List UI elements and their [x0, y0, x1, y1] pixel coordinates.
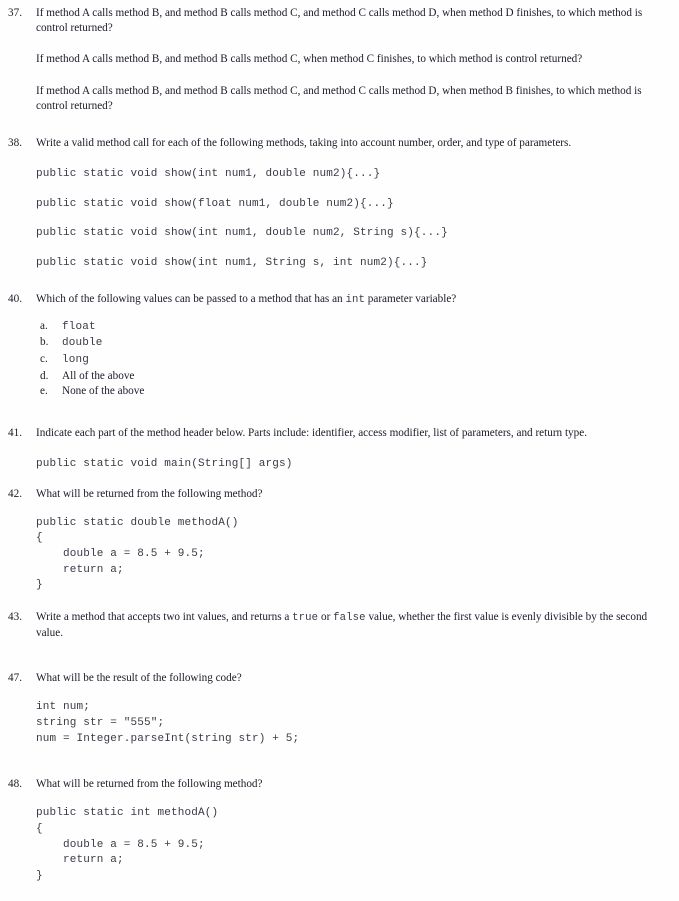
- question-37-paragraph-3: If method A calls method B, and method B…: [36, 84, 642, 112]
- question-38-number: 38.: [8, 137, 22, 150]
- question-37-number: 37.: [8, 7, 22, 19]
- question-42-prompt: What will be returned from the following…: [36, 487, 263, 500]
- question-47-code: int num; string str = "555"; num = Integ…: [36, 701, 300, 745]
- question-38-prompt: Write a valid method call for each of th…: [36, 137, 572, 150]
- question-47: 47. What will be the result of the follo…: [0, 671, 679, 747]
- question-47-prompt: What will be the result of the following…: [36, 672, 242, 685]
- question-43: 43. Write a method that accepts two int …: [0, 610, 679, 641]
- question-42-code: public static double methodA() { double …: [36, 516, 239, 592]
- question-37-paragraph-2: If method A calls method B, and method B…: [36, 53, 583, 66]
- question-38: 38. Write a valid method call for each o…: [0, 136, 679, 272]
- option-b-letter: b.: [40, 336, 49, 349]
- option-c[interactable]: c. long: [36, 352, 648, 369]
- question-40-prompt-text-after: parameter variable?: [364, 292, 457, 305]
- question-43-inline-code-false: false: [333, 611, 366, 624]
- question-48-prompt: What will be returned from the following…: [36, 778, 263, 791]
- option-d-letter: d.: [40, 369, 49, 382]
- question-38-body: Write a valid method call for each of th…: [36, 136, 648, 272]
- question-38-code-line-4: public static void show(int num1, String…: [36, 257, 428, 269]
- question-41-prompt: Indicate each part of the method header …: [36, 426, 588, 439]
- question-43-number: 43.: [8, 610, 22, 623]
- question-42-number: 42.: [8, 487, 22, 500]
- question-43-prompt: Write a method that accepts two int valu…: [36, 610, 648, 641]
- question-40-prompt-inline-code: int: [345, 293, 365, 306]
- question-41-body: Indicate each part of the method header …: [36, 426, 648, 473]
- question-47-body: What will be the result of the following…: [36, 671, 648, 747]
- question-43-text-before: Write a method that accepts two int valu…: [36, 610, 293, 623]
- question-41: 41. Indicate each part of the method hea…: [0, 426, 679, 473]
- question-40-body: Which of the following values can be pas…: [36, 292, 648, 400]
- question-37-body: If method A calls method B, and method B…: [36, 6, 648, 114]
- question-42: 42. What will be returned from the follo…: [0, 487, 679, 594]
- question-40-prompt: Which of the following values can be pas…: [36, 292, 648, 308]
- option-e-letter: e.: [40, 385, 48, 398]
- document-page: 37. If method A calls method B, and meth…: [0, 0, 679, 901]
- option-c-label: long: [62, 353, 90, 366]
- option-e[interactable]: e. None of the above: [36, 384, 648, 400]
- question-41-number: 41.: [8, 426, 22, 439]
- question-48-body: What will be returned from the following…: [36, 777, 648, 884]
- option-a-letter: a.: [40, 319, 48, 332]
- question-40-number: 40.: [8, 292, 22, 305]
- question-48: 48. What will be returned from the follo…: [0, 777, 679, 884]
- question-38-code-line-2: public static void show(float num1, doub…: [36, 197, 394, 210]
- option-d-label: All of the above: [62, 369, 135, 382]
- question-37: 37. If method A calls method B, and meth…: [0, 6, 679, 114]
- question-37-paragraph-1: If method A calls method B, and method B…: [36, 7, 643, 35]
- question-43-text-middle: or: [318, 610, 334, 623]
- question-43-inline-code-true: true: [292, 611, 319, 624]
- question-40-prompt-text-before: Which of the following values can be pas…: [36, 292, 346, 305]
- option-d[interactable]: d. All of the above: [36, 369, 648, 385]
- option-a-label: float: [62, 320, 96, 333]
- option-a[interactable]: a. float: [36, 319, 648, 336]
- question-47-number: 47.: [8, 672, 22, 685]
- option-b[interactable]: b. double: [36, 335, 648, 352]
- question-48-number: 48.: [8, 778, 22, 791]
- question-43-body: Write a method that accepts two int valu…: [36, 610, 648, 641]
- option-c-letter: c.: [40, 352, 48, 365]
- option-e-label: None of the above: [62, 385, 145, 398]
- question-48-code: public static int methodA() { double a =…: [36, 807, 219, 882]
- question-41-code: public static void main(String[] args): [36, 457, 293, 470]
- question-42-body: What will be returned from the following…: [36, 487, 648, 594]
- question-40: 40. Which of the following values can be…: [0, 292, 679, 400]
- option-b-label: double: [62, 337, 103, 350]
- question-38-code-line-3: public static void show(int num1, double…: [36, 227, 448, 240]
- question-40-options: a. float b. double c. long d. All of the…: [36, 319, 648, 400]
- question-38-code-line-1: public static void show(int num1, double…: [36, 168, 381, 181]
